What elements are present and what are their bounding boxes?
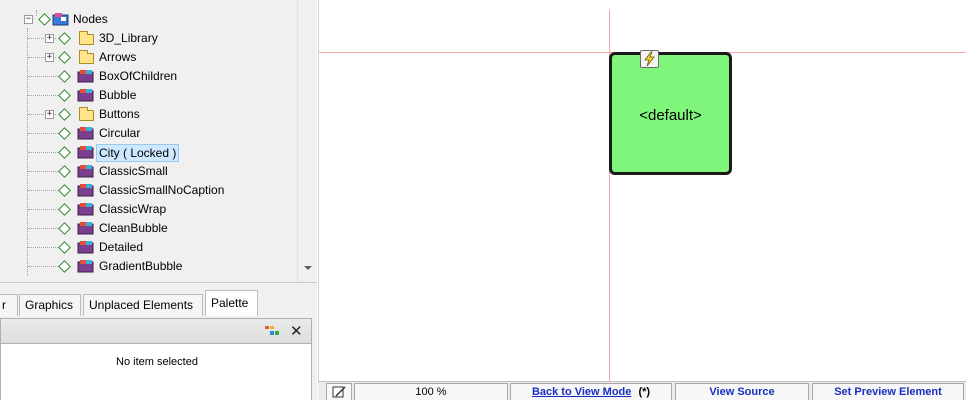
close-icon[interactable]: ✕ [290,322,303,340]
node-template-icon [77,70,94,83]
diamond-icon [58,108,71,121]
tree-item-buttons[interactable]: + Buttons [0,105,297,124]
set-preview-element-button[interactable]: Set Preview Element [812,383,964,400]
tree-item-classicwrap[interactable]: ClassicWrap [0,200,297,219]
tree-item-detailed[interactable]: Detailed [0,238,297,257]
status-bar: 100 % Back to View Mode (*) View Source … [318,381,966,400]
tree-item-label: GradientBubble [99,259,183,273]
design-canvas[interactable]: <default> [318,0,966,381]
diamond-icon [58,51,71,64]
expand-icon[interactable]: + [45,34,54,43]
tree-item-label: Nodes [73,12,108,26]
tree-item-circular[interactable]: Circular [0,124,297,143]
tree-item-label: Arrows [99,50,137,64]
tree-row-root[interactable]: − Nodes [0,10,297,29]
tree-item-label: Detailed [99,240,144,254]
tree-item-label: Bubble [99,88,137,102]
tree-item-label-selected: City ( Locked ) [96,144,180,162]
tree-item-classicsmallnocaption[interactable]: ClassicSmallNoCaption [0,181,297,200]
node-preview[interactable]: <default> [609,50,732,175]
tab-graphics[interactable]: Graphics [19,294,81,316]
tree-item-label: Buttons [99,107,140,121]
back-to-view-mode-link[interactable]: Back to View Mode [532,386,631,398]
diamond-icon [58,32,71,45]
back-to-view-mode-button[interactable]: Back to View Mode (*) [510,383,672,400]
tree-item-bubble[interactable]: Bubble [0,86,297,105]
tree-item-boxofchildren[interactable]: BoxOfChildren [0,67,297,86]
tree-scrollbar[interactable] [297,0,317,282]
diamond-icon [58,89,71,102]
panel-splitter[interactable] [0,282,317,290]
set-preview-element-label: Set Preview Element [834,386,942,398]
tree-item-label: 3D_Library [99,31,158,45]
node-template-icon [77,127,94,140]
node-template-icon [77,146,94,159]
tree-item-label: ClassicSmallNoCaption [99,183,225,197]
diamond-icon [38,13,51,26]
node-root-icon [52,13,69,26]
diamond-icon [58,222,71,235]
tree-item-arrows[interactable]: + Arrows [0,48,297,67]
expand-icon[interactable]: + [45,53,54,62]
diamond-icon [58,184,71,197]
node-template-icon [77,241,94,254]
diamond-icon [58,203,71,216]
diamond-icon [58,260,71,273]
diamond-icon [58,146,71,159]
tree-item-label: BoxOfChildren [99,69,178,83]
edit-mode-icon[interactable] [326,383,352,400]
tab-palette[interactable]: Palette [205,290,258,316]
view-source-label: View Source [709,386,775,398]
tree-item-gradientbubble[interactable]: GradientBubble [0,257,297,276]
tree-item-classicsmall[interactable]: ClassicSmall [0,162,297,181]
tree-item-cleanbubble[interactable]: CleanBubble [0,219,297,238]
app-window: − Nodes + 3D_Library + Arrows BoxOfChild… [0,0,966,400]
node-template-icon [77,89,94,102]
node-template-icon [77,260,94,273]
left-panel: − Nodes + 3D_Library + Arrows BoxOfChild… [0,0,317,400]
folder-icon [79,31,94,45]
tree-item-city-locked[interactable]: City ( Locked ) [0,143,297,162]
node-template-icon [77,222,94,235]
expand-icon[interactable]: + [45,110,54,119]
tab-truncated[interactable]: r [0,294,18,316]
modified-marker: (*) [638,386,651,398]
empty-selection-message: No item selected [116,356,198,368]
diamond-icon [58,165,71,178]
diamond-icon [58,241,71,254]
palette-header: ✕ [0,318,312,344]
node-template-icon [77,203,94,216]
diamond-icon [58,70,71,83]
palette-body: No item selected [0,344,312,400]
node-template-icon [77,184,94,197]
lightning-bolt-icon[interactable] [640,50,659,68]
tree-item-label: Circular [99,126,141,140]
diamond-icon [58,127,71,140]
tree-item-3d-library[interactable]: + 3D_Library [0,29,297,48]
view-source-button[interactable]: View Source [675,383,809,400]
tree-item-label: CleanBubble [99,221,168,235]
palette-options-icon[interactable] [265,326,279,336]
node-tree: − Nodes + 3D_Library + Arrows BoxOfChild… [0,0,297,282]
folder-icon [79,50,94,64]
tab-unplaced-elements[interactable]: Unplaced Elements [83,294,203,316]
panel-tabs: r Graphics Unplaced Elements Palette [0,290,317,318]
tree-item-label: ClassicSmall [99,164,168,178]
folder-icon [79,107,94,121]
node-caption: <default> [639,107,702,124]
zoom-level[interactable]: 100 % [354,383,508,400]
scroll-down-arrow-icon[interactable] [304,266,312,270]
collapse-icon[interactable]: − [24,15,33,24]
tree-item-label: ClassicWrap [99,202,167,216]
node-template-icon [77,165,94,178]
